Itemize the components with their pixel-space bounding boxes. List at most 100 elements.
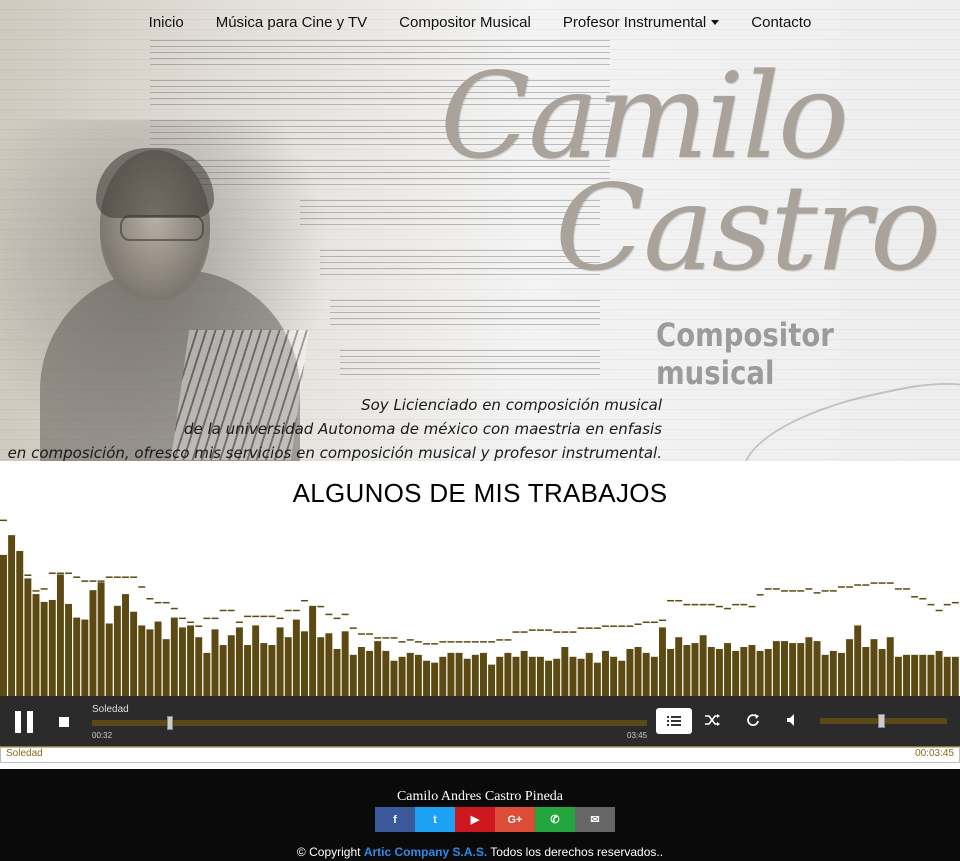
visualizer-bar <box>943 656 951 696</box>
visualizer-bar <box>536 656 544 696</box>
volume-button[interactable] <box>782 713 802 730</box>
visualizer-peak <box>683 603 691 606</box>
visualizer-peak <box>618 625 626 627</box>
visualizer-bar <box>390 660 398 696</box>
visualizer-bar <box>585 652 593 696</box>
visualizer-bar <box>170 617 178 696</box>
visualizer-peak <box>56 572 64 575</box>
visualizer-peak <box>65 572 73 575</box>
visualizer-bar <box>260 643 268 696</box>
visualizer-bar <box>406 652 414 696</box>
visualizer-bar <box>691 643 699 696</box>
hero-banner: Camilo Castro Compositor musical Soy Lic… <box>0 0 960 461</box>
visualizer-peak <box>398 641 406 643</box>
social-links: f t ▶ G+ ✆ ✉ <box>375 807 615 832</box>
whatsapp-icon[interactable]: ✆ <box>535 807 575 832</box>
visualizer-peak <box>658 619 666 622</box>
visualizer-peak <box>187 621 195 624</box>
pause-button[interactable] <box>13 711 35 733</box>
visualizer-peak <box>301 599 308 602</box>
visualizer-peak <box>374 637 382 639</box>
visualizer-bar <box>16 550 24 696</box>
shuffle-button[interactable] <box>703 713 723 729</box>
repeat-button[interactable] <box>743 713 763 730</box>
list-icon <box>667 716 681 726</box>
pause-icon <box>27 711 33 733</box>
visualizer-peak <box>406 639 414 641</box>
logo-first-name: Camilo <box>440 47 849 185</box>
shuffle-icon <box>705 714 720 726</box>
nav-item-musica-cine-tv[interactable]: Música para Cine y TV <box>200 14 383 31</box>
visualizer-bar <box>276 627 284 696</box>
visualizer-peak <box>463 641 471 643</box>
visualizer-bar <box>520 650 528 696</box>
visualizer-peak <box>105 576 113 578</box>
playlist-button[interactable] <box>656 708 692 734</box>
copyright: © Copyright Artic Company S.A.S. Todos l… <box>0 845 960 859</box>
nav-item-profesor-instrumental[interactable]: Profesor Instrumental <box>547 14 735 31</box>
email-glyph: ✉ <box>590 814 600 826</box>
visualizer-peak <box>0 519 7 522</box>
visualizer-bar <box>162 639 170 696</box>
visualizer-peak <box>943 603 951 606</box>
visualizer-peak <box>130 576 138 578</box>
visualizer-peak <box>162 601 170 604</box>
visualizer-bar <box>480 652 487 696</box>
visualizer-peak <box>821 590 829 592</box>
nav-item-compositor-musical[interactable]: Compositor Musical <box>383 14 547 31</box>
visualizer-bar <box>357 647 365 696</box>
visualizer-peak <box>585 627 593 629</box>
visualizer-peak <box>366 633 374 635</box>
visualizer-bar <box>886 637 894 696</box>
visualizer-peak <box>667 599 675 602</box>
visualizer-bar <box>187 625 195 696</box>
youtube-icon[interactable]: ▶ <box>455 807 495 832</box>
visualizer-peak <box>610 625 618 627</box>
visualizer-peak <box>357 633 365 635</box>
visualizer-peak <box>870 582 878 584</box>
visualizer-bar <box>772 641 780 696</box>
visualizer-peak <box>260 615 268 618</box>
visualizer-peak <box>504 639 512 641</box>
visualizer-bar <box>105 623 113 696</box>
google-plus-icon[interactable]: G+ <box>495 807 535 832</box>
playlist-item-title[interactable]: Soledad <box>6 748 43 759</box>
visualizer-peak <box>423 643 430 645</box>
stop-button[interactable] <box>59 717 69 727</box>
seek-handle[interactable] <box>166 716 173 730</box>
visualizer-peak <box>138 586 146 588</box>
twitter-icon[interactable]: t <box>415 807 455 832</box>
visualizer-peak <box>707 603 715 606</box>
visualizer-bar <box>756 650 764 696</box>
visualizer-bar <box>81 619 89 696</box>
visualizer-bar <box>32 594 40 696</box>
visualizer-peak <box>284 609 292 612</box>
seek-bar[interactable] <box>92 720 647 726</box>
visualizer-bar <box>911 654 919 696</box>
visualizer-peak <box>813 592 821 594</box>
email-icon[interactable]: ✉ <box>575 807 615 832</box>
volume-handle[interactable] <box>877 714 885 728</box>
visualizer-peak <box>40 588 48 590</box>
visualizer-peak <box>642 621 650 624</box>
visualizer-bar <box>48 599 56 696</box>
visualizer-bar <box>366 650 374 696</box>
visualizer-peak <box>862 584 870 586</box>
facebook-icon[interactable]: f <box>375 807 415 832</box>
visualizer-bar <box>553 658 561 696</box>
company-link[interactable]: Artic Company S.A.S. <box>364 845 487 859</box>
visualizer-peak <box>447 641 455 643</box>
visualizer-bar <box>40 601 48 696</box>
visualizer-bar <box>626 648 634 696</box>
track-title: Soledad <box>92 704 129 715</box>
visualizer-bar <box>56 574 64 696</box>
visualizer-bar <box>545 660 553 696</box>
playlist-item-duration: 00:03:45 <box>915 748 954 759</box>
visualizer-bar <box>813 641 821 696</box>
visualizer-peak <box>715 605 723 608</box>
visualizer-bar <box>431 662 439 696</box>
nav-item-inicio[interactable]: Inicio <box>133 14 200 31</box>
nav-item-contacto[interactable]: Contacto <box>735 14 827 31</box>
logo-last-name: Castro <box>555 159 941 297</box>
main-nav: Inicio Música para Cine y TV Compositor … <box>0 0 960 44</box>
